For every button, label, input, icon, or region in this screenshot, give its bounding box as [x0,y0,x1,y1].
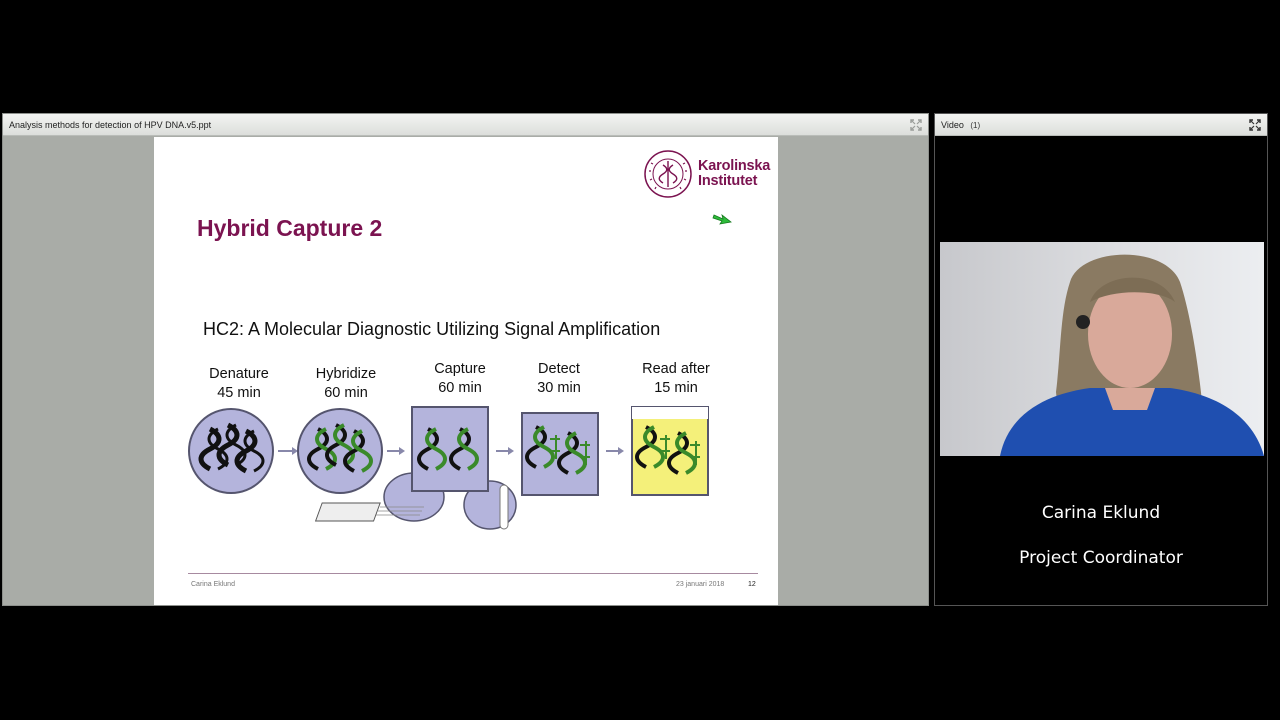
share-pod-content: Karolinska Institutet Hybrid Capture 2 H… [3,136,928,605]
step-label-read: Read after 15 min [642,361,710,396]
video-pod: Video (1) Carina Eklund Project Coordina… [934,113,1268,606]
karolinska-seal-logo [644,150,692,198]
fullscreen-icon[interactable] [910,119,922,131]
footer-author: Carina Eklund [191,581,235,588]
share-pod-title: Analysis methods for detection of HPV DN… [9,120,212,130]
microplate [314,502,381,522]
hybridize-circle [297,408,383,494]
share-pod-header[interactable]: Analysis methods for detection of HPV DN… [3,114,928,136]
step-label-detect: Detect 30 min [537,361,581,396]
participant-count: (1) [970,121,981,130]
step-label-denature: Denature 45 min [209,366,269,401]
green-arrow-icon [712,213,732,225]
hc2-process-diagram [188,406,709,530]
video-pod-title: Video [941,120,964,130]
video-pod-header[interactable]: Video (1) [935,114,1267,136]
logo-line-2: Institutet [698,173,758,189]
footer-date: 23 januari 2018 [676,581,725,588]
fullscreen-icon[interactable] [1249,119,1261,131]
karolinska-logo-text: Karolinska Institutet [698,159,770,189]
step-label-capture: Capture 60 min [434,361,486,396]
logo-line-1: Karolinska [698,158,771,174]
share-pod: Analysis methods for detection of HPV DN… [2,113,929,606]
presenter-role: Project Coordinator [1019,548,1183,568]
footer-page-number: 12 [748,581,756,588]
read-well [631,406,709,496]
webcam-feed [940,242,1264,456]
slide-subtitle: HC2: A Molecular Diagnostic Utilizing Si… [203,319,661,339]
video-content: Carina Eklund Project Coordinator [935,136,1267,605]
step-label-hybridize: Hybridize 60 min [315,366,377,401]
presenter-name: Carina Eklund [1041,503,1161,523]
presentation-slide: Karolinska Institutet Hybrid Capture 2 H… [154,137,778,605]
denature-circle [188,408,274,494]
footer-divider [188,573,758,574]
slide-title: Hybrid Capture 2 [197,215,383,241]
detect-well [521,412,599,496]
